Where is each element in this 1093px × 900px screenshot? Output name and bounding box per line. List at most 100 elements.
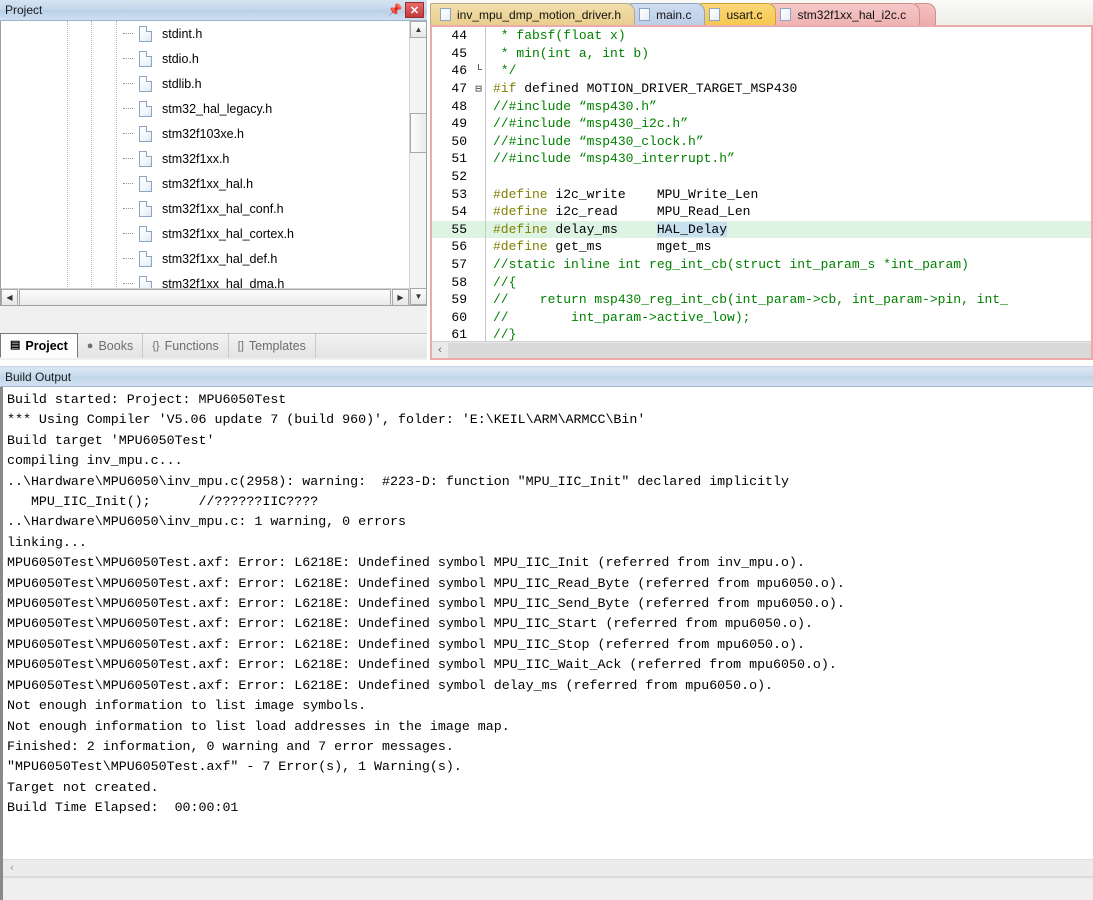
project-tree-vscrollbar[interactable]: ▲ ▼ — [409, 21, 426, 305]
code-line[interactable]: 50 //#include “msp430_clock.h” — [432, 132, 1091, 151]
file-icon — [139, 75, 152, 92]
scroll-up-icon[interactable]: ▲ — [410, 21, 426, 38]
file-icon — [440, 8, 451, 21]
file-icon — [139, 50, 152, 67]
tree-item[interactable]: stdint.h — [1, 21, 409, 46]
tree-connector — [123, 108, 133, 109]
line-number: 60 — [451, 309, 467, 325]
code-span: #define — [493, 239, 548, 255]
scroll-left-icon[interactable]: ◀ — [1, 289, 18, 305]
scroll-left-icon[interactable]: ‹ — [432, 344, 448, 356]
code-line[interactable]: 44 * fabsf(float x) — [432, 27, 1091, 45]
code-editor[interactable]: 44 * fabsf(float x) 45 * min(int a, int b… — [430, 25, 1093, 360]
pin-icon[interactable]: 📌 — [387, 2, 403, 18]
project-tree-scrollport: stdint.h stdio.h stdlib.h stm32_hal_legacy.… — [1, 21, 409, 305]
hscroll-thumb[interactable] — [19, 289, 391, 305]
code-text: //#include “msp430_clock.h” — [493, 134, 1091, 149]
pane-tab-books[interactable]: ● Books — [78, 334, 144, 358]
indent-guide — [485, 44, 487, 63]
pane-tab-label: Project — [25, 338, 68, 353]
code-span: * fabsf(float x) — [493, 28, 626, 44]
tree-item[interactable]: stm32f1xx_hal_cortex.h — [1, 221, 409, 246]
code-text: //} — [493, 327, 1091, 341]
editor-tab-main.c[interactable]: main.c — [629, 3, 706, 25]
code-line[interactable]: 58 //{ — [432, 273, 1091, 291]
code-line[interactable]: 48 //#include “msp430.h” — [432, 97, 1091, 115]
code-span: //#include “msp430_clock.h” — [493, 133, 704, 149]
code-line[interactable]: 49 //#include “msp430_i2c.h” — [432, 114, 1091, 133]
scroll-right-icon[interactable]: ▶ — [392, 289, 409, 305]
code-line[interactable]: 61 //} — [432, 326, 1091, 341]
tree-item-label: stdint.h — [162, 26, 203, 41]
fold-icon[interactable]: ⊟ — [472, 82, 485, 96]
tree-item[interactable]: stm32f1xx_hal.h — [1, 171, 409, 196]
build-output-body[interactable]: Build started: Project: MPU6050Test *** U… — [0, 387, 1093, 900]
build-output-hscrollbar[interactable]: ‹ — [3, 859, 1093, 877]
file-icon — [139, 100, 152, 117]
tree-item[interactable]: stm32f1xx.h — [1, 146, 409, 171]
indent-guide — [485, 150, 487, 168]
tree-item[interactable]: stm32f1xx_hal_conf.h — [1, 196, 409, 221]
indent-guide — [485, 132, 487, 151]
indent-guide — [485, 97, 487, 115]
tree-item[interactable]: stm32f1xx_hal_def.h — [1, 246, 409, 271]
hscroll-track[interactable] — [448, 342, 1091, 358]
code-span: // return msp430_reg_int_cb(int_param->c… — [493, 292, 1008, 308]
line-number: 58 — [451, 274, 467, 290]
indent-guide — [485, 62, 487, 80]
code-line[interactable]: 60 // int_param->active_low); — [432, 308, 1091, 327]
build-output-line: Build Time Elapsed: 00:00:01 — [7, 800, 239, 816]
build-output-line: Not enough information to list load addr… — [7, 718, 510, 734]
build-output-line: Target not created. — [7, 779, 159, 795]
code-line[interactable]: 53 #define i2c_write MPU_Write_Len — [432, 185, 1091, 203]
project-icon: ▤ — [10, 339, 21, 351]
status-bar — [3, 877, 1093, 900]
code-lines: 44 * fabsf(float x) 45 * min(int a, int b… — [432, 27, 1091, 341]
build-output-line: MPU6050Test\MPU6050Test.axf: Error: L621… — [7, 575, 845, 591]
code-text: * fabsf(float x) — [493, 28, 1091, 43]
templates-icon: [] — [237, 339, 244, 352]
code-line[interactable]: 54 #define i2c_read MPU_Read_Len — [432, 202, 1091, 221]
file-icon — [139, 250, 152, 267]
tree-item[interactable]: stdlib.h — [1, 71, 409, 96]
tree-connector — [123, 183, 133, 184]
line-number: 50 — [451, 133, 467, 149]
code-line[interactable]: 51 //#include “msp430_interrupt.h” — [432, 150, 1091, 168]
editor-tabstrip: inv_mpu_dmp_motion_driver.h main.c usart.c… — [430, 0, 1093, 25]
editor-tab-stm32f1xx_hal_i2c.c[interactable]: stm32f1xx_hal_i2c.c — [770, 3, 921, 25]
line-number: 59 — [451, 292, 467, 308]
code-hscrollbar[interactable]: ‹ — [432, 341, 1091, 358]
build-output-text: Build started: Project: MPU6050Test *** U… — [3, 387, 1093, 855]
tree-item[interactable]: stm32_hal_legacy.h — [1, 96, 409, 121]
code-line[interactable]: 55 #define delay_ms HAL_Delay — [432, 220, 1091, 239]
indent-guide — [485, 238, 487, 256]
pane-tab-templates[interactable]: [] Templates — [229, 334, 316, 358]
fold-icon[interactable]: └ — [472, 65, 485, 77]
file-icon — [139, 25, 152, 42]
scroll-left-icon[interactable]: ‹ — [3, 862, 21, 874]
indent-guide — [485, 202, 487, 221]
code-line[interactable]: 46 └ */ — [432, 62, 1091, 80]
code-line[interactable]: 45 * min(int a, int b) — [432, 44, 1091, 63]
scroll-down-icon[interactable]: ▼ — [410, 288, 426, 305]
tree-connector — [123, 83, 133, 84]
tree-item[interactable]: stdio.h — [1, 46, 409, 71]
indent-guide — [485, 79, 487, 98]
code-text: // return msp430_reg_int_cb(int_param->c… — [493, 292, 1091, 307]
tree-item[interactable]: stm32f103xe.h — [1, 121, 409, 146]
code-line[interactable]: 59 // return msp430_reg_int_cb(int_param-… — [432, 290, 1091, 309]
pane-tab-project[interactable]: ▤ Project — [0, 333, 78, 358]
code-line[interactable]: 52 — [432, 167, 1091, 186]
editor-tab-usart.c[interactable]: usart.c — [699, 3, 777, 25]
code-line[interactable]: 47 ⊟ #if defined MOTION_DRIVER_TARGET_MSP4… — [432, 79, 1091, 98]
pane-tab-label: Templates — [248, 339, 306, 353]
close-icon[interactable]: ✕ — [405, 2, 424, 18]
code-line[interactable]: 56 #define get_ms mget_ms — [432, 238, 1091, 256]
editor-tab-inv_mpu_dmp_motion_driver.h[interactable]: inv_mpu_dmp_motion_driver.h — [430, 3, 636, 25]
code-span: //#include “msp430_i2c.h” — [493, 116, 689, 132]
code-line[interactable]: 57 //static inline int reg_int_cb(struct … — [432, 255, 1091, 274]
project-tree-hscrollbar[interactable]: ◀ ▶ — [1, 288, 409, 305]
pane-tab-functions[interactable]: {} Functions — [143, 334, 229, 358]
file-icon — [139, 175, 152, 192]
vscroll-thumb[interactable] — [410, 113, 426, 153]
